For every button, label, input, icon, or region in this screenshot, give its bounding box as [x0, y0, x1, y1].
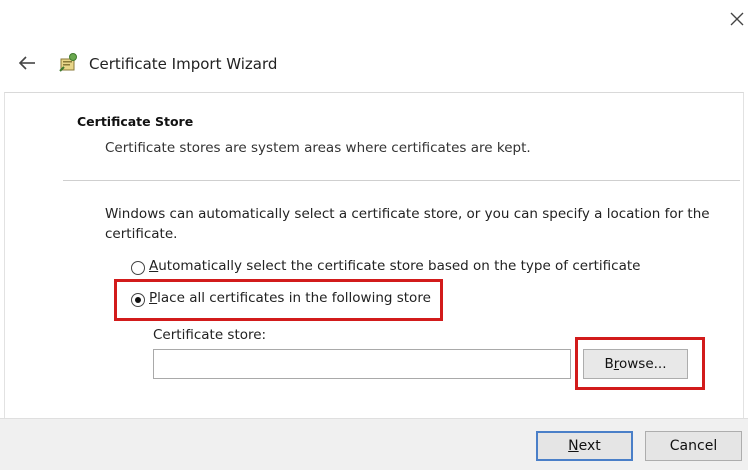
back-arrow-icon: [18, 56, 35, 70]
page-description: Certificate stores are system areas wher…: [105, 140, 531, 156]
close-icon: [730, 12, 744, 26]
intro-text: Windows can automatically select a certi…: [105, 206, 710, 242]
certificate-wizard-icon: [58, 51, 80, 73]
divider: [63, 180, 740, 181]
next-label-text: ext: [578, 438, 601, 454]
certificate-store-input[interactable]: [153, 349, 571, 379]
close-button[interactable]: [728, 10, 746, 28]
auto-select-label[interactable]: Automatically select the certificate sto…: [149, 258, 640, 274]
highlight-box-place-option: [114, 279, 443, 321]
wizard-title: Certificate Import Wizard: [89, 55, 278, 73]
next-mnemonic: N: [568, 438, 579, 454]
wizard-footer: [0, 418, 748, 470]
auto-select-radio[interactable]: [131, 261, 145, 275]
auto-select-mnemonic: A: [149, 258, 159, 274]
page-heading: Certificate Store: [77, 114, 194, 129]
certificate-store-label: Certificate store:: [153, 327, 267, 343]
cancel-button[interactable]: Cancel: [645, 431, 742, 461]
next-button[interactable]: Next: [536, 431, 633, 461]
highlight-box-browse: [575, 337, 705, 390]
back-button[interactable]: [17, 54, 37, 72]
auto-select-label-text: utomatically select the certificate stor…: [158, 258, 641, 274]
